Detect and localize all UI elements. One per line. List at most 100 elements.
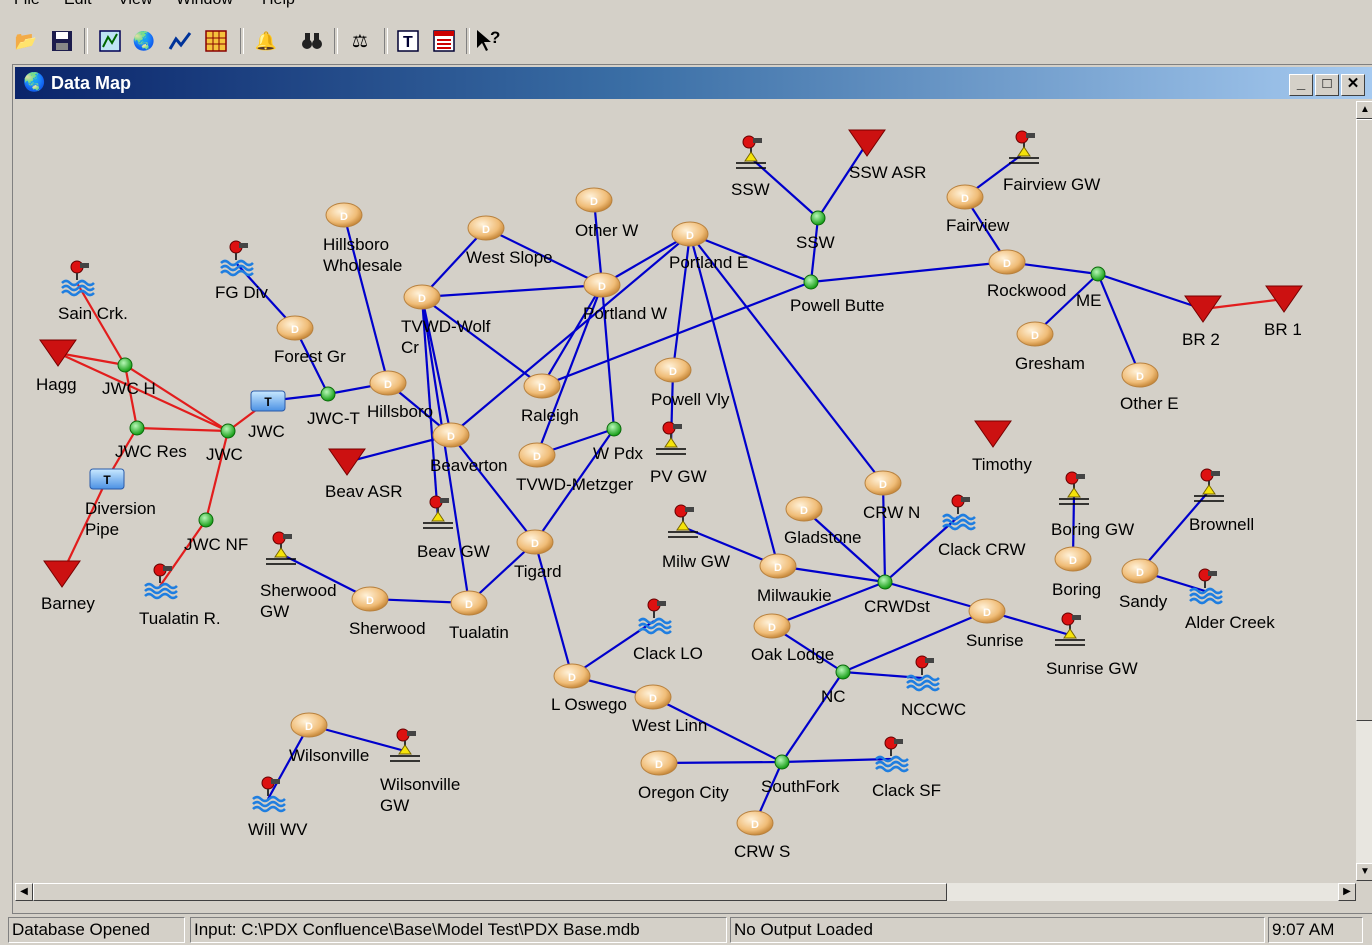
scroll-right-button[interactable]: ▶ (1338, 883, 1356, 901)
node-other-e[interactable]: D Other E (1120, 362, 1179, 413)
maximize-button[interactable]: □ (1315, 74, 1339, 96)
node-sunrise[interactable]: D Sunrise (966, 598, 1024, 650)
node-wilsonville-gw[interactable]: Wilsonville GW (380, 728, 460, 815)
node-tualatin-r[interactable]: Tualatin R. (139, 563, 221, 628)
node-clack-lo[interactable]: Clack LO (633, 598, 703, 663)
node-nccwc[interactable]: NCCWC (901, 655, 966, 719)
legend-icon[interactable] (430, 26, 458, 56)
node-l-oswego[interactable]: D L Oswego (551, 663, 627, 714)
node-ssw-j[interactable]: SSW (796, 210, 835, 252)
scale-icon[interactable]: ⚖ (346, 26, 374, 56)
node-will-wv[interactable]: Will WV (248, 776, 308, 839)
node-forest-gr[interactable]: D Forest Gr (274, 315, 346, 366)
node-ssw-src[interactable]: SSW (731, 135, 770, 199)
node-powell-butte[interactable]: Powell Butte (790, 274, 885, 315)
node-fg-div[interactable]: FG Div (215, 240, 268, 302)
node-portland-e[interactable]: D Portland E (669, 221, 748, 272)
network-map[interactable]: SSW SSW ASR SSW Fairview GW D Fairview D Other … (15, 101, 1372, 883)
link-sain_crk-jwc_h[interactable] (76, 282, 126, 366)
link-southfork-clack_sf[interactable] (781, 757, 892, 764)
node-rockwood[interactable]: D Rockwood (987, 249, 1066, 300)
node-crw-s[interactable]: D CRW S (734, 810, 790, 861)
node-barney[interactable]: Barney (41, 560, 95, 613)
node-tualatin[interactable]: D Tualatin (449, 590, 509, 642)
node-crw-n[interactable]: D CRW N (863, 470, 920, 522)
node-portland-w[interactable]: D Portland W (583, 272, 667, 323)
node-raleigh[interactable]: D Raleigh (521, 373, 579, 425)
node-timothy[interactable]: Timothy (972, 420, 1032, 474)
scroll-down-button[interactable]: ▼ (1356, 863, 1372, 881)
menu-help[interactable]: Help (262, 0, 295, 9)
node-ssw-asr[interactable]: SSW ASR (848, 129, 926, 182)
node-milw-gw[interactable]: Milw GW (662, 504, 730, 571)
scroll-up-button[interactable]: ▲ (1356, 101, 1372, 119)
menu-view[interactable]: View (118, 0, 152, 9)
node-gladstone[interactable]: D Gladstone (784, 496, 862, 547)
text-tool-icon[interactable]: T (394, 26, 422, 56)
node-fairview-gw[interactable]: Fairview GW (1003, 130, 1100, 194)
save-icon[interactable] (48, 26, 76, 56)
bell-icon[interactable]: 🔔 (252, 26, 280, 56)
node-nc[interactable]: NC (821, 664, 851, 706)
link-tvwd_wolf-portland_w[interactable] (421, 283, 603, 299)
link-tvwd_wolf-raleigh[interactable] (421, 296, 543, 387)
node-oregon-city[interactable]: D Oregon City (638, 750, 729, 802)
node-sandy[interactable]: D Sandy (1119, 558, 1168, 611)
node-jwct[interactable]: JWC-T (307, 386, 360, 428)
link-portland_w-raleigh[interactable] (541, 284, 603, 387)
node-sherwood[interactable]: D Sherwood (349, 586, 426, 638)
node-brownell[interactable]: Brownell (1189, 468, 1254, 534)
window-titlebar[interactable]: 🌏 Data Map _ □ ✕ (15, 67, 1372, 99)
node-beaverton[interactable]: D Beaverton (430, 422, 508, 475)
node-hagg[interactable]: Hagg (36, 339, 77, 394)
link-me-br2[interactable] (1097, 272, 1204, 311)
menu-window[interactable]: Window (176, 0, 233, 9)
globe-icon[interactable]: 🌏 (130, 26, 158, 56)
link-jwc_h-jwc[interactable] (124, 364, 229, 432)
minimize-button[interactable]: _ (1289, 74, 1313, 96)
horizontal-scrollbar[interactable]: ◀ ▶ (15, 883, 1356, 901)
link-crw_n-crwdst[interactable] (881, 482, 887, 583)
node-milwaukie[interactable]: D Milwaukie (757, 553, 832, 605)
map-icon[interactable] (96, 26, 124, 56)
node-boring-gw[interactable]: Boring GW (1051, 471, 1134, 539)
close-button[interactable]: ✕ (1341, 74, 1365, 96)
node-fairview[interactable]: D Fairview (946, 184, 1010, 235)
grid-table-icon[interactable] (202, 26, 230, 56)
link-me-other_e[interactable] (1096, 273, 1142, 376)
node-clack-crw[interactable]: Clack CRW (938, 494, 1026, 559)
node-jwc-res[interactable]: JWC Res (115, 420, 187, 461)
node-other-w[interactable]: D Other W (575, 187, 638, 240)
node-w-pdx[interactable]: W Pdx (593, 421, 644, 463)
node-clack-sf[interactable]: Clack SF (872, 736, 941, 800)
link-jwc_res-jwc[interactable] (136, 426, 229, 433)
link-powell_butte-rockwood[interactable] (810, 260, 1008, 284)
link-other_w-portland_w[interactable] (592, 199, 604, 286)
vertical-scroll-thumb[interactable] (1356, 119, 1372, 721)
binoculars-icon[interactable] (298, 26, 326, 56)
node-boring[interactable]: D Boring (1052, 546, 1101, 599)
link-hagg-jwc_h[interactable] (57, 351, 126, 367)
node-hillsboro-wh[interactable]: D Hillsboro Wholesale (323, 202, 402, 275)
chart-icon[interactable] (166, 26, 194, 56)
open-folder-icon[interactable]: 📂 (12, 26, 40, 56)
node-jwc-tank[interactable]: T JWC (248, 390, 286, 441)
node-powell-vly[interactable]: D Powell Vly (651, 357, 730, 409)
node-sunrise-gw[interactable]: Sunrise GW (1046, 612, 1138, 678)
horizontal-scroll-thumb[interactable] (33, 883, 947, 901)
node-diversion[interactable]: T Diversion Pipe (85, 468, 156, 539)
node-hillsboro[interactable]: D Hillsboro (367, 370, 433, 421)
node-gresham[interactable]: D Gresham (1015, 321, 1085, 373)
scroll-left-button[interactable]: ◀ (15, 883, 33, 901)
map-canvas[interactable]: SSW SSW ASR SSW Fairview GW D Fairview D Other … (15, 101, 1372, 883)
node-pv-gw[interactable]: PV GW (650, 421, 707, 486)
node-west-linn[interactable]: D West Linn (632, 684, 707, 735)
context-help-icon[interactable]: ? (474, 26, 502, 56)
link-southfork-nc[interactable] (781, 671, 844, 763)
node-alder-creek[interactable]: Alder Creek (1185, 568, 1275, 632)
node-jwc-nf[interactable]: JWC NF (184, 512, 248, 554)
menu-edit[interactable]: Edit (64, 0, 92, 9)
menu-file[interactable]: File (14, 0, 40, 9)
node-br1[interactable]: BR 1 (1264, 285, 1303, 339)
node-west-slope[interactable]: D West Slope (466, 215, 553, 267)
